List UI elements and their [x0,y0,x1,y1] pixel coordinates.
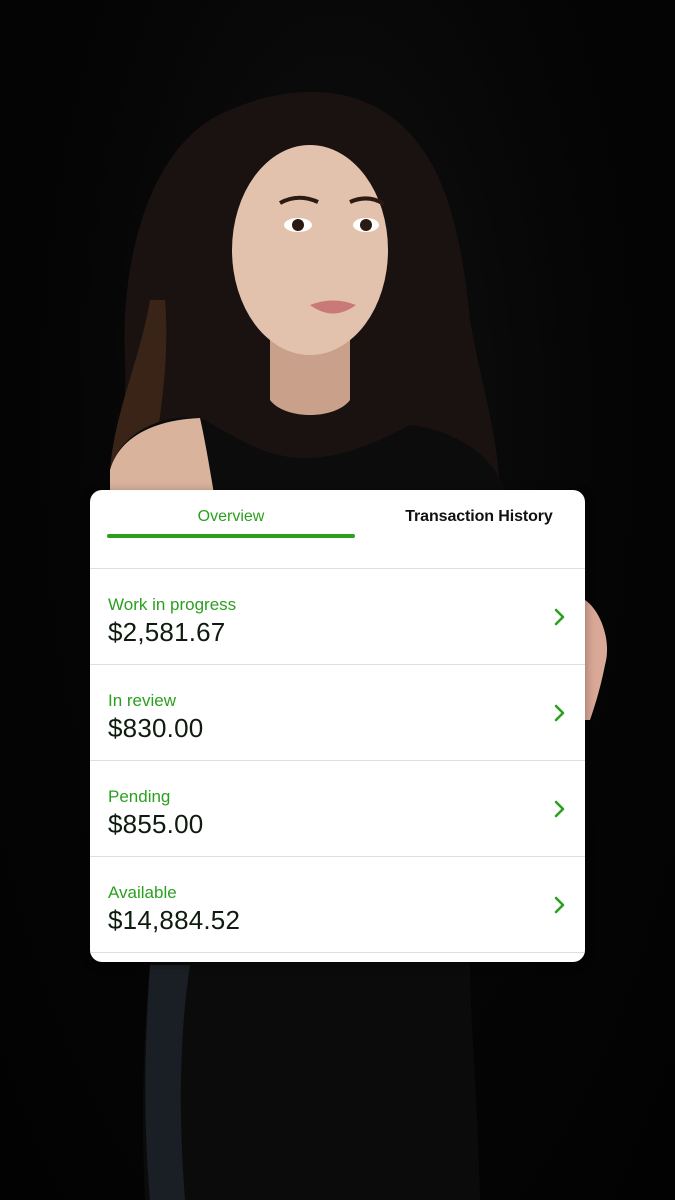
row-amount: $855.00 [108,809,204,839]
tab-transaction-history[interactable]: Transaction History [355,508,585,526]
tab-bar: Overview Transaction History [90,490,585,569]
chevron-right-icon [554,704,565,722]
chevron-right-icon [554,608,565,626]
tab-overview[interactable]: Overview [107,508,355,526]
row-amount: $830.00 [108,713,204,743]
chevron-right-icon [554,896,565,914]
active-tab-indicator [107,534,355,538]
row-amount: $2,581.67 [108,617,226,647]
chevron-right-icon [554,800,565,818]
earnings-card: Overview Transaction History Work in pro… [90,490,585,962]
row-amount: $14,884.52 [108,905,241,935]
row-label: Available [108,883,177,902]
row-label: In review [108,691,177,710]
row-work-in-progress[interactable]: Work in progress $2,581.67 [90,569,585,665]
row-label: Pending [108,787,171,806]
row-label: Work in progress [108,595,237,614]
row-pending[interactable]: Pending $855.00 [90,761,585,857]
row-available[interactable]: Available $14,884.52 [90,857,585,953]
row-in-review[interactable]: In review $830.00 [90,665,585,761]
